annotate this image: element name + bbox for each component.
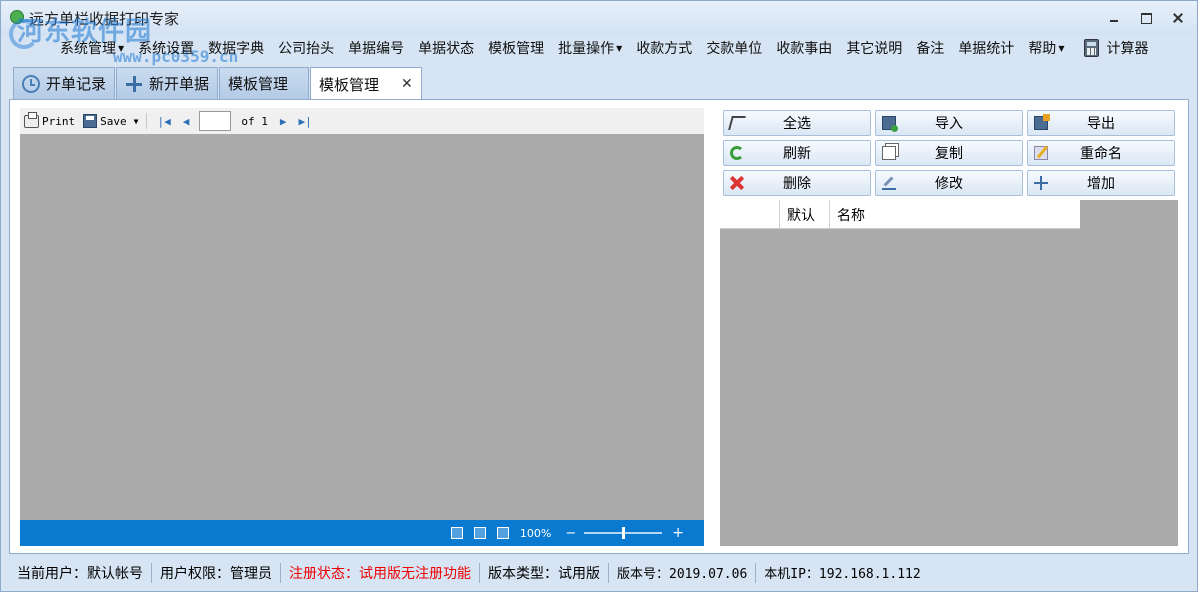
prev-page-icon[interactable]: ◀ [177, 115, 196, 128]
page-count-label: of 1 [241, 114, 268, 128]
maximize-icon[interactable] [1139, 11, 1153, 25]
template-panel: 全选 导入 导出 刷新 复制 重命名 删除 修改 增加 默认 名称 [720, 108, 1178, 546]
save-button[interactable]: Save ▼ [79, 114, 142, 128]
page-view-icon[interactable] [450, 527, 463, 539]
chevron-down-icon: ▼ [133, 116, 139, 126]
grid-header-default[interactable]: 默认 [780, 200, 830, 229]
status-version-number: 版本号：2019.07.06 [609, 562, 757, 583]
menu-batch-ops[interactable]: 批量操作 ▼ [551, 38, 629, 58]
import-button[interactable]: 导入 [875, 110, 1023, 136]
title-bar: 远方单栏收据打印专家 河东软件园 [1, 1, 1197, 49]
grid-header-select[interactable] [720, 200, 780, 229]
refresh-icon [730, 146, 744, 160]
close-window-icon[interactable] [1171, 11, 1185, 25]
status-ip: 本机IP：192.168.1.112 [764, 567, 921, 582]
menu-payer[interactable]: 交款单位 [699, 38, 769, 58]
rename-icon [1034, 146, 1048, 160]
status-version-type: 版本类型：试用版 [480, 562, 609, 583]
page-number-input[interactable] [199, 111, 232, 131]
status-current-user: 当前用户：默认帐号 [9, 562, 152, 583]
delete-icon [730, 176, 744, 190]
tab-billing-records[interactable]: 开单记录 [13, 67, 116, 99]
main-panel: Print Save ▼ |◀ ◀ of 1 ▶ ▶| 100% − + 全选 … [9, 99, 1189, 554]
viewer-toolbar: Print Save ▼ |◀ ◀ of 1 ▶ ▶| [20, 108, 704, 134]
chevron-down-icon: ▼ [616, 43, 623, 53]
report-viewer: Print Save ▼ |◀ ◀ of 1 ▶ ▶| 100% − + [20, 108, 704, 546]
select-all-button[interactable]: 全选 [723, 110, 871, 136]
add-icon [1034, 176, 1048, 190]
zoom-slider-thumb[interactable] [622, 527, 626, 539]
printer-icon [24, 111, 39, 128]
delete-button[interactable]: 删除 [723, 170, 871, 196]
zoom-slider[interactable] [584, 527, 663, 539]
edit-icon [882, 176, 896, 190]
chevron-down-icon: ▼ [1058, 43, 1065, 53]
toolbar-divider [146, 113, 148, 129]
add-button[interactable]: 增加 [1027, 170, 1175, 196]
status-permission: 用户权限：管理员 [152, 562, 281, 583]
app-window: 远方单栏收据打印专家 河东软件园 www.pc0359.cn 系统管理 ▼ 系统设… [0, 0, 1198, 592]
tab-strip: 开单记录 新开单据 模板管理 模板管理 ✕ [13, 67, 423, 100]
print-button[interactable]: Print [20, 111, 79, 128]
single-page-icon[interactable] [473, 527, 486, 539]
save-icon [83, 114, 98, 128]
plus-icon [125, 75, 143, 93]
status-bar: 当前用户：默认帐号 用户权限：管理员 注册状态：试用版无注册功能 版本类型：试用… [9, 559, 1189, 586]
export-button[interactable]: 导出 [1027, 110, 1175, 136]
copy-button[interactable]: 复制 [875, 140, 1023, 166]
copy-icon [882, 146, 896, 160]
status-registration: 注册状态：试用版无注册功能 [281, 562, 480, 583]
rename-button[interactable]: 重命名 [1027, 140, 1175, 166]
zoom-out-icon[interactable]: − [565, 526, 576, 541]
menu-system-settings[interactable]: 系统设置 [131, 38, 201, 58]
grid-header-name[interactable]: 名称 [830, 200, 1080, 229]
minimize-icon[interactable] [1107, 11, 1121, 25]
grid-header: 默认 名称 [720, 200, 1080, 229]
menu-data-dictionary[interactable]: 数据字典 [201, 38, 271, 58]
menu-template-manage[interactable]: 模板管理 [481, 38, 551, 58]
last-page-icon[interactable]: ▶| [292, 115, 317, 128]
zoom-in-icon[interactable]: + [672, 525, 684, 541]
chevron-down-icon: ▼ [118, 43, 125, 53]
viewer-status-bar: 100% − + [20, 520, 704, 546]
menu-receipt-stats[interactable]: 单据统计 [951, 38, 1021, 58]
first-page-icon[interactable]: |◀ [151, 115, 176, 128]
menu-remarks[interactable]: 备注 [909, 38, 951, 58]
menu-company-header[interactable]: 公司抬头 [271, 38, 341, 58]
menu-receipt-number[interactable]: 单据编号 [341, 38, 411, 58]
tab-template-manage[interactable]: 模板管理 [219, 67, 310, 99]
menu-bar: 系统管理 ▼ 系统设置 数据字典 公司抬头 单据编号 单据状态 模板管理 批量操作… [53, 35, 1155, 61]
menu-calculator[interactable]: 计算器 [1077, 38, 1155, 58]
window-controls [1107, 11, 1185, 25]
menu-other-notes[interactable]: 其它说明 [839, 38, 909, 58]
import-icon [882, 116, 898, 132]
export-icon [1034, 114, 1050, 130]
calculator-icon [1084, 39, 1100, 57]
menu-system-manage[interactable]: 系统管理 ▼ [53, 38, 131, 58]
menu-receipt-status[interactable]: 单据状态 [411, 38, 481, 58]
close-tab-icon[interactable]: ✕ [401, 76, 413, 92]
continuous-page-icon[interactable] [496, 527, 509, 539]
action-buttons: 全选 导入 导出 刷新 复制 重命名 删除 修改 增加 [723, 110, 1175, 196]
menu-help[interactable]: 帮助 ▼ [1021, 38, 1071, 58]
edit-button[interactable]: 修改 [875, 170, 1023, 196]
next-page-icon[interactable]: ▶ [274, 115, 293, 128]
tab-template-manage-active[interactable]: 模板管理 ✕ [310, 67, 422, 100]
menu-payment-reason[interactable]: 收款事由 [769, 38, 839, 58]
template-grid: 默认 名称 [720, 200, 1178, 546]
zoom-level: 100% [519, 526, 552, 540]
menu-payment-method[interactable]: 收款方式 [629, 38, 699, 58]
refresh-button[interactable]: 刷新 [723, 140, 871, 166]
clock-icon [22, 74, 40, 93]
tab-new-receipt[interactable]: 新开单据 [116, 67, 219, 99]
